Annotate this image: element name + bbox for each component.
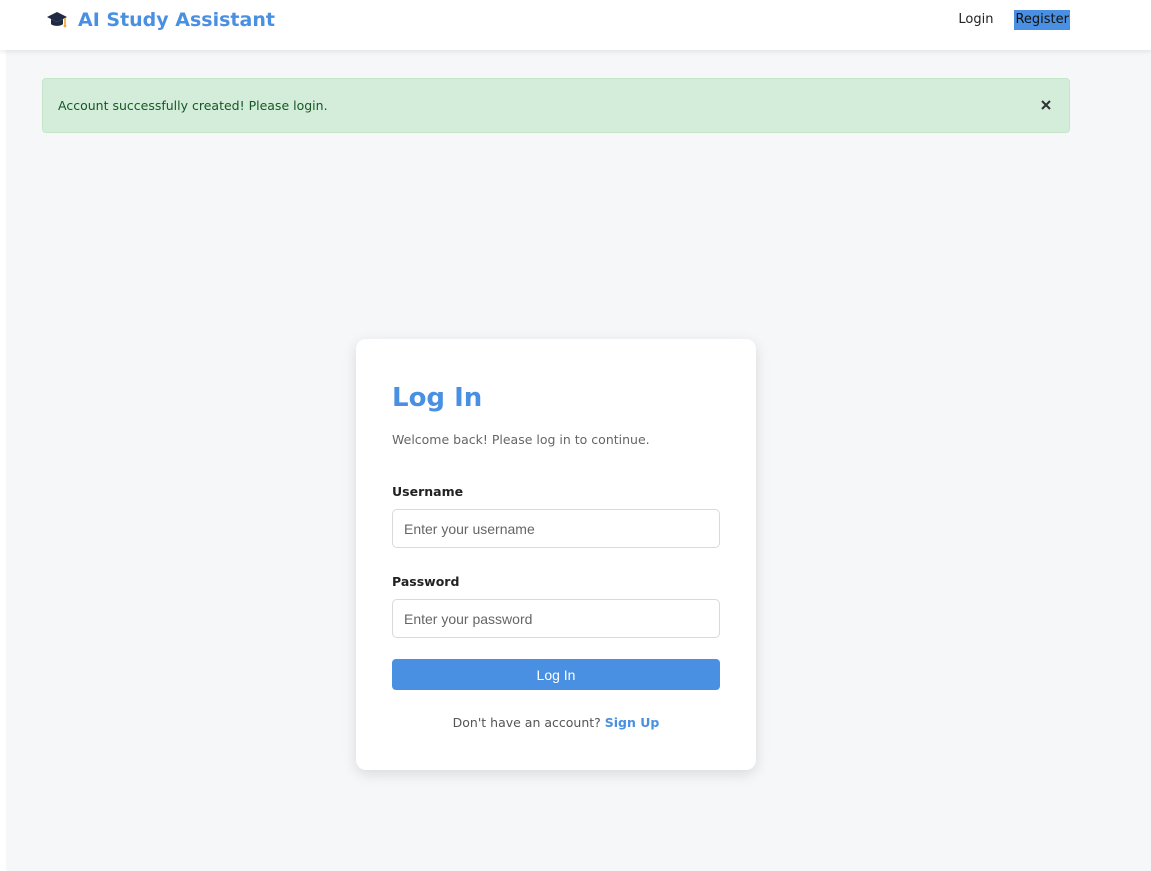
nav-login-link[interactable]: Login [957, 10, 994, 30]
password-input[interactable] [392, 599, 720, 638]
success-alert: Account successfully created! Please log… [42, 78, 1070, 133]
brand-name: AI Study Assistant [78, 9, 275, 31]
nav-links: Login Register [957, 10, 1070, 30]
signup-link[interactable]: Sign Up [605, 715, 660, 730]
brand[interactable]: AI Study Assistant [46, 9, 275, 31]
login-submit-button[interactable]: Log In [392, 659, 720, 690]
graduation-cap-icon [47, 12, 67, 28]
username-input[interactable] [392, 509, 720, 548]
alert-message: Account successfully created! Please log… [58, 98, 328, 113]
top-navbar: AI Study Assistant Login Register [0, 0, 1151, 50]
password-label: Password [392, 574, 460, 589]
username-label: Username [392, 484, 464, 499]
login-card: Log In Welcome back! Please log in to co… [356, 339, 756, 770]
main-content: Account successfully created! Please log… [6, 50, 1151, 871]
signup-row: Don't have an account? Sign Up [356, 715, 756, 730]
close-icon[interactable] [1037, 96, 1055, 114]
nav-register-link[interactable]: Register [1014, 10, 1070, 30]
signup-prompt: Don't have an account? [452, 715, 605, 730]
login-subtitle: Welcome back! Please log in to continue. [392, 432, 650, 447]
login-title: Log In [392, 383, 483, 413]
